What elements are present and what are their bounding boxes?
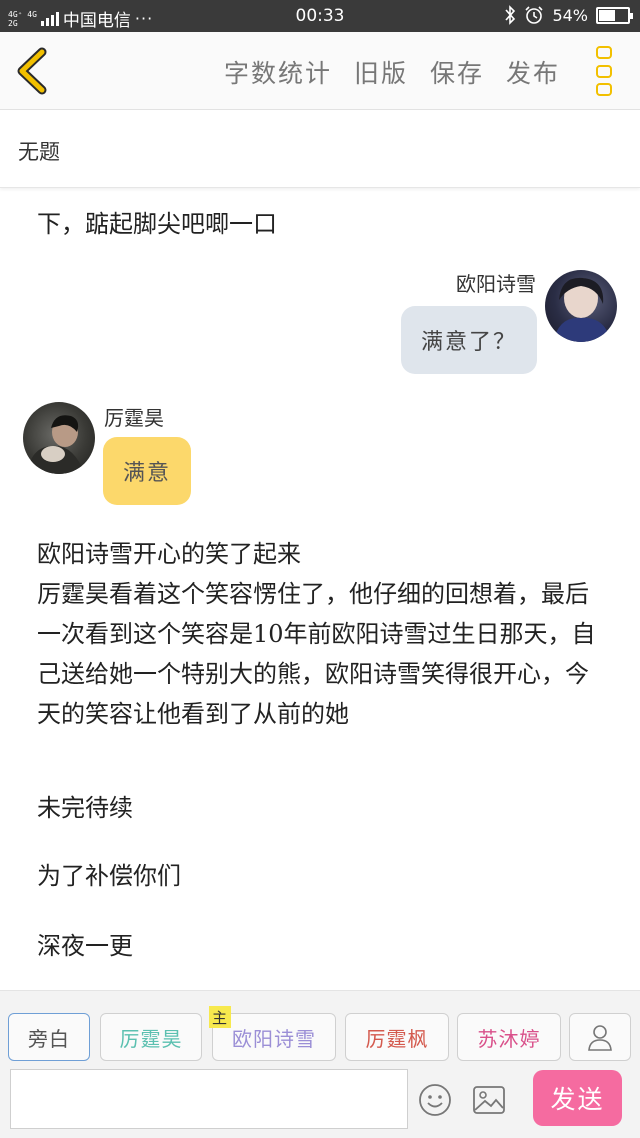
role-main-button[interactable]: 主 欧阳诗雪 [209,1006,336,1061]
word-count-button[interactable]: 字数统计 [224,54,332,90]
image-icon [473,1086,505,1114]
manage-roles-button[interactable] [569,1013,631,1061]
narration-text: 未完待续 [37,794,133,822]
story-title-bar[interactable]: 无题 [0,110,640,188]
narration-clipped-line [37,188,617,204]
chat-bubble-right[interactable]: 满意了？ [400,306,537,374]
narration-text: 为了补偿你们 [37,862,181,890]
story-title: 无题 [18,140,60,164]
role-narrator-button[interactable]: 旁白 [8,1013,90,1061]
back-button[interactable] [12,46,56,96]
bluetooth-icon [505,5,516,25]
chat-bubble-left[interactable]: 满意 [103,437,192,505]
narration-text: 欧阳诗雪开心的笑了起来 厉霆昊看着这个笑容愣住了，他仔细的回想着，最后一次看到这… [37,540,596,728]
status-right: 54% [504,5,633,25]
status-bar: 4G⁺ 4G 2G 中国电信 ··· 00:33 54% [0,0,640,32]
editor-toolbar: 字数统计 旧版 保存 发布 [0,32,640,110]
composer-panel: 旁白 厉霆昊 主 欧阳诗雪 厉霆枫 苏沐婷 发送 [0,990,640,1138]
narration-partial: 下，踮起脚尖吧唧一口 [37,188,617,244]
main-role-badge: 主 [209,1006,231,1028]
more-vertical-icon[interactable] [596,46,614,96]
battery-icon [596,6,633,24]
avatar[interactable] [545,270,617,342]
avatar[interactable] [23,402,95,474]
emoji-button[interactable] [418,1083,452,1117]
battery-percent: 54% [552,5,588,25]
input-row: 发送 [8,1069,632,1131]
avatar-photo [27,415,85,474]
avatar-photo [553,277,611,342]
send-button[interactable]: 发送 [533,1070,622,1126]
narration-line: 下，踮起脚尖吧唧一口 [37,210,277,238]
alarm-icon [525,6,544,24]
person-icon [588,1025,612,1051]
toolbar-actions: 字数统计 旧版 保存 发布 [224,54,560,90]
role-button[interactable]: 厉霆昊 [100,1013,202,1061]
smiley-icon [419,1084,451,1116]
message-input[interactable] [10,1069,408,1129]
publish-button[interactable]: 发布 [506,54,560,90]
old-version-button[interactable]: 旧版 [354,54,408,90]
speaker-name: 厉霆昊 [104,406,164,430]
role-button[interactable]: 苏沐婷 [457,1013,561,1061]
narration-text: 深夜一更 [37,932,133,960]
story-content[interactable]: 下，踮起脚尖吧唧一口 欧阳诗雪 满意了？ 厉霆昊 满意 欧阳诗雪开心的笑了起来 … [0,188,640,990]
speaker-name: 欧阳诗雪 [456,272,536,296]
image-button[interactable] [472,1083,506,1117]
save-button[interactable]: 保存 [430,54,484,90]
chevron-left-icon [17,47,47,95]
role-button[interactable]: 厉霆枫 [345,1013,449,1061]
battery-fill [599,9,616,21]
role-label: 欧阳诗雪 [232,1026,316,1051]
